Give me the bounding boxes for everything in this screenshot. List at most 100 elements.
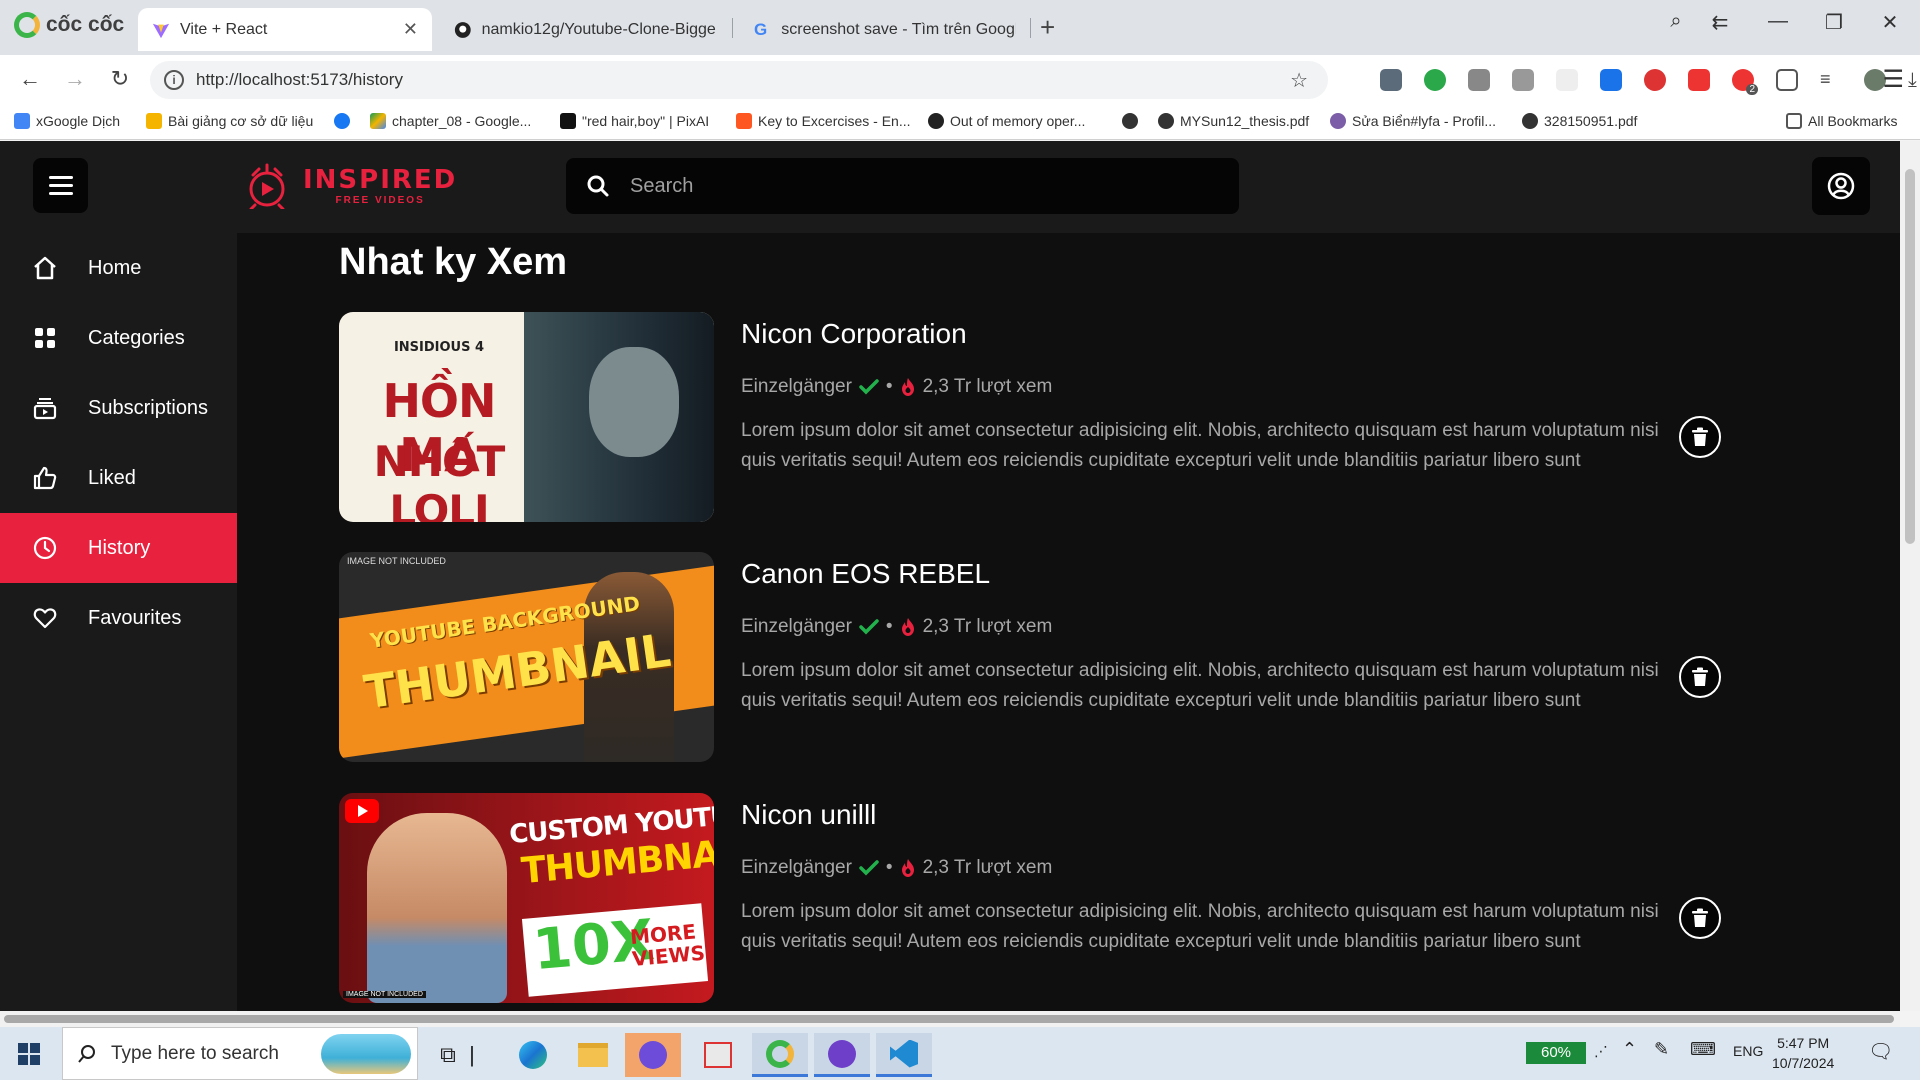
bookmark-item[interactable]: Bài giảng cơ sở dữ liệu <box>146 113 313 129</box>
video-title[interactable]: Nicon unilll <box>741 799 876 831</box>
battery-indicator[interactable]: 60% <box>1526 1042 1586 1064</box>
brand-logo[interactable]: INSPIRED FREE VIDEOS <box>243 163 457 209</box>
close-tab-icon[interactable]: ✕ <box>403 19 418 40</box>
web-page: INSPIRED FREE VIDEOS Home <box>0 141 1900 1011</box>
download-extension-icon[interactable] <box>1424 69 1446 91</box>
github-desktop-icon[interactable] <box>814 1033 870 1077</box>
pen-icon[interactable]: ✎ <box>1654 1039 1669 1060</box>
video-title[interactable]: Canon EOS REBEL <box>741 558 990 590</box>
downloads-icon[interactable]: ⤓ <box>1908 69 1920 91</box>
bookmark-item[interactable]: 328150951.pdf <box>1522 113 1637 129</box>
show-hidden-icons[interactable]: ⌃ <box>1622 1039 1637 1060</box>
bookmark-item[interactable] <box>1122 113 1144 129</box>
scrollbar-thumb[interactable] <box>4 1015 1894 1023</box>
delete-button[interactable] <box>1679 656 1721 698</box>
adblock-extension-icon[interactable] <box>1688 69 1710 91</box>
sidebar-item-home[interactable]: Home <box>0 233 237 303</box>
coccoc-taskbar-icon[interactable] <box>752 1033 808 1077</box>
new-tab-button[interactable]: + <box>1040 12 1055 43</box>
chat-app-icon[interactable] <box>625 1033 681 1077</box>
bookmark-item[interactable]: Sửa Biển#lyfa - Profil... <box>1330 113 1496 129</box>
back-button[interactable]: ← <box>15 66 45 92</box>
bookmark-item[interactable]: xGoogle Dịch <box>14 113 120 129</box>
puzzle-extensions-icon[interactable] <box>1776 69 1798 91</box>
bookmark-item[interactable]: chapter_08 - Google... <box>370 113 531 129</box>
tab-search-icon[interactable]: ⌕ <box>1656 10 1696 33</box>
channel-name[interactable]: Einzelgänger <box>741 376 852 398</box>
sidebar-item-history[interactable]: History <box>0 513 237 583</box>
channel-name[interactable]: Einzelgänger <box>741 616 852 638</box>
reload-button[interactable]: ↻ <box>105 66 135 92</box>
video-description: Lorem ipsum dolor sit amet consectetur a… <box>741 660 1659 711</box>
bookmark-item[interactable]: Out of memory oper... <box>928 113 1085 129</box>
clock[interactable]: 5:47 PM 10/7/2024 <box>1772 1033 1834 1073</box>
downloader-extension-icon[interactable] <box>1600 69 1622 91</box>
address-bar[interactable]: i http://localhost:5173/history ☆ <box>150 61 1328 99</box>
close-window-button[interactable]: ✕ <box>1870 10 1910 35</box>
search-bar[interactable] <box>566 158 1239 214</box>
blank-extension-icon[interactable] <box>1556 69 1578 91</box>
video-thumbnail[interactable]: INSIDIOUS 4 HỒN MA NHỐT LOLI <box>339 312 714 522</box>
horizontal-scrollbar[interactable] <box>0 1011 1900 1027</box>
delete-button[interactable] <box>1679 416 1721 458</box>
trash-icon <box>1692 908 1708 927</box>
file-explorer-icon[interactable] <box>565 1033 621 1077</box>
edge-icon[interactable] <box>505 1033 561 1077</box>
menu-toggle-button[interactable] <box>33 158 88 213</box>
delete-button[interactable] <box>1679 897 1721 939</box>
notifications-icon[interactable]: 🗨 <box>1868 1039 1893 1064</box>
heart-icon <box>32 605 58 631</box>
list-item[interactable]: IMAGE NOT INCLUDED YOUTUBE BACKGROUND TH… <box>339 552 1819 762</box>
channel-name[interactable]: Einzelgänger <box>741 857 852 879</box>
sidebar-item-liked[interactable]: Liked <box>0 443 237 513</box>
tab-separator <box>1030 18 1031 38</box>
record-extension-icon[interactable] <box>1644 69 1666 91</box>
scrollbar-thumb[interactable] <box>1905 169 1915 544</box>
video-thumbnail[interactable]: IMAGE NOT INCLUDED YOUTUBE BACKGROUND TH… <box>339 552 714 762</box>
bookmark-item[interactable]: Key to Excercises - En... <box>736 113 911 129</box>
thumbnail-text: IMAGE NOT INCLUDED <box>347 556 446 566</box>
meta-dot: • <box>885 376 893 397</box>
site-info-icon[interactable]: i <box>164 70 184 90</box>
server-extension-icon[interactable] <box>1468 69 1490 91</box>
bookmark-star-icon[interactable]: ☆ <box>1290 68 1308 93</box>
language-indicator[interactable]: ENG <box>1733 1043 1763 1059</box>
calculator-extension-icon[interactable] <box>1512 69 1534 91</box>
vscode-icon[interactable] <box>876 1033 932 1077</box>
tab-google[interactable]: G screenshot save - Tìm trên Googl <box>740 8 1030 51</box>
back-list-icon[interactable]: ⇇ <box>1700 10 1740 35</box>
bookmark-item[interactable] <box>334 113 356 129</box>
profile-button[interactable] <box>1812 157 1870 215</box>
minimize-button[interactable]: — <box>1758 10 1798 33</box>
sidebar-item-categories[interactable]: Categories <box>0 303 237 373</box>
shield-extension-icon[interactable] <box>1380 69 1402 91</box>
snipping-tool-icon[interactable] <box>690 1033 746 1077</box>
bookmark-item[interactable]: MYSun12_thesis.pdf <box>1158 113 1309 129</box>
network-icon[interactable]: ⋰ <box>1594 1043 1608 1060</box>
taskbar-search[interactable]: Type here to search <box>62 1027 418 1080</box>
list-item[interactable]: CUSTOM YOUTUBE THUMBNAIL 10X MORE VIEWS … <box>339 793 1819 1003</box>
list-item[interactable]: INSIDIOUS 4 HỒN MA NHỐT LOLI Nicon Corpo… <box>339 312 1819 522</box>
video-thumbnail[interactable]: CUSTOM YOUTUBE THUMBNAIL 10X MORE VIEWS … <box>339 793 714 1003</box>
browser-logo[interactable]: cốc cốc <box>14 12 124 38</box>
bookmark-item[interactable]: "red hair,boy" | PixAI <box>560 113 709 129</box>
search-input[interactable] <box>630 174 1230 198</box>
translate-icon <box>14 113 30 129</box>
sidebar-item-favourites[interactable]: Favourites <box>0 583 237 653</box>
sidebar-item-subscriptions[interactable]: Subscriptions <box>0 373 237 443</box>
browser-menu-icon[interactable]: ☰ <box>1882 65 1904 94</box>
reading-list-icon[interactable]: ≡ <box>1820 69 1842 91</box>
github-icon <box>454 21 471 38</box>
windows-start-icon[interactable] <box>18 1043 40 1065</box>
restore-button[interactable]: ❐ <box>1814 10 1854 35</box>
video-title[interactable]: Nicon Corporation <box>741 318 967 350</box>
thumbnail-text: IMAGE NOT INCLUDED <box>343 991 426 998</box>
tab-github[interactable]: namkio12g/Youtube-Clone-Bigge <box>440 8 730 51</box>
forward-button[interactable]: → <box>60 66 90 92</box>
keyboard-icon[interactable]: ⌨ <box>1690 1039 1716 1060</box>
verified-check-icon <box>859 860 879 876</box>
tab-vite-react[interactable]: Vite + React ✕ <box>138 8 432 51</box>
all-bookmarks-button[interactable]: All Bookmarks <box>1786 113 1897 129</box>
vertical-scrollbar[interactable] <box>1900 141 1920 1011</box>
abp-extension-icon[interactable]: 2 <box>1732 69 1758 95</box>
